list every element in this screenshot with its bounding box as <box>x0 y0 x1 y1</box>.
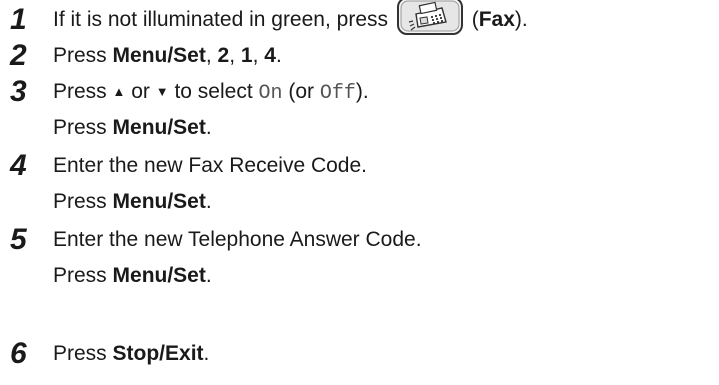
period: . <box>205 264 212 287</box>
separator: , <box>252 44 265 67</box>
step-4: 4 Enter the new Fax Receive Code. Press … <box>0 148 719 224</box>
step-line: Press Menu/Set. <box>53 258 212 294</box>
step-line: If it is not illuminated in green, press… <box>53 0 528 38</box>
step-number: 2 <box>10 39 27 72</box>
option-on: On <box>258 82 283 105</box>
step-3: 3 Press ▲ or ▼ to select On (or Off). Pr… <box>0 74 719 150</box>
step-number: 6 <box>10 337 27 370</box>
menu-set-key: Menu/Set <box>112 190 206 213</box>
step-number: 3 <box>10 75 27 108</box>
step-line: Enter the new Fax Receive Code. <box>53 148 367 184</box>
step-line: Press Menu/Set. <box>53 110 212 146</box>
step-line: Press Stop/Exit. <box>53 336 209 372</box>
fax-label: Fax <box>478 8 515 31</box>
step-5: 5 Enter the new Telephone Answer Code. P… <box>0 222 719 298</box>
step-text: Enter the new Telephone Answer Code. <box>53 228 422 251</box>
step-text: Press <box>53 264 113 287</box>
paren-close: ). <box>514 8 528 31</box>
menu-set-key: Menu/Set <box>112 44 206 67</box>
step-line: Press Menu/Set, 2, 1, 4. <box>53 38 282 74</box>
period: . <box>275 44 282 67</box>
key-1: 1 <box>240 44 253 67</box>
step-6: 6 Press Stop/Exit. <box>0 336 719 376</box>
step-text: Press <box>53 44 113 67</box>
step-text: Press <box>53 80 113 103</box>
step-text: If it is not illuminated in green, press <box>53 8 388 31</box>
period: . <box>203 342 210 365</box>
step-text: Press <box>53 342 113 365</box>
key-2: 2 <box>217 44 230 67</box>
menu-set-key: Menu/Set <box>112 264 206 287</box>
step-text: Press <box>53 116 113 139</box>
period: . <box>205 116 212 139</box>
step-text: or <box>125 80 156 103</box>
separator: , <box>229 44 241 67</box>
step-2: 2 Press Menu/Set, 2, 1, 4. <box>0 38 719 78</box>
period: . <box>205 190 212 213</box>
separator: , <box>205 44 218 67</box>
option-off: Off <box>319 82 356 105</box>
menu-set-key: Menu/Set <box>112 116 206 139</box>
step-line: Press ▲ or ▼ to select On (or Off). <box>53 74 369 112</box>
step-line: Enter the new Telephone Answer Code. <box>53 222 422 258</box>
key-4: 4 <box>264 44 276 67</box>
step-text: Enter the new Fax Receive Code. <box>53 154 367 177</box>
step-line: Press Menu/Set. <box>53 184 212 220</box>
step-text: Press <box>53 190 113 213</box>
stop-exit-key: Stop/Exit <box>112 342 204 365</box>
step-text: ). <box>355 80 369 103</box>
up-arrow-icon: ▲ <box>112 84 126 99</box>
down-arrow-icon: ▼ <box>155 84 169 99</box>
step-1: 1 If it is not illuminated in green, pre… <box>0 0 719 42</box>
step-number: 4 <box>10 149 27 182</box>
step-number: 1 <box>10 3 27 36</box>
step-number: 5 <box>10 223 27 256</box>
step-text: (or <box>282 80 320 103</box>
fax-machine-icon[interactable] <box>396 0 464 36</box>
step-text: to select <box>168 80 259 103</box>
paren-open: ( <box>471 8 479 31</box>
